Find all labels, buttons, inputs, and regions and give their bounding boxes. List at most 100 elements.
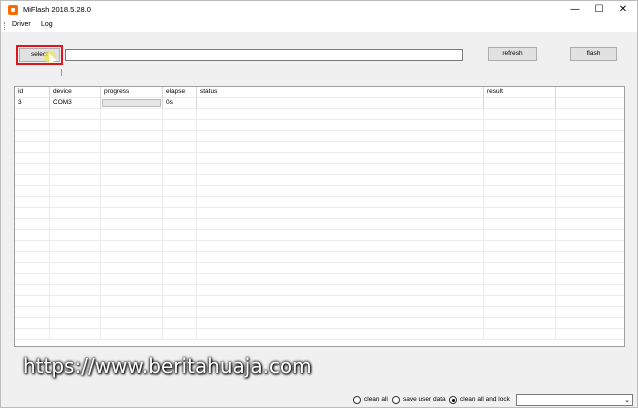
empty-grid-cell	[50, 175, 101, 186]
empty-grid-cell	[50, 208, 101, 219]
empty-grid-cell	[50, 164, 101, 175]
empty-grid-cell	[556, 175, 624, 186]
empty-grid-cell	[484, 186, 556, 197]
empty-grid-cell	[163, 241, 197, 252]
menu-bar: Driver Log	[1, 20, 637, 32]
empty-grid-row	[15, 318, 624, 329]
empty-grid-cell	[50, 131, 101, 142]
empty-grid-cell	[163, 109, 197, 120]
save-user-data-label[interactable]: save user data	[403, 396, 446, 404]
empty-grid-cell	[50, 318, 101, 329]
empty-grid-cell	[50, 219, 101, 230]
empty-grid-cell	[163, 318, 197, 329]
empty-grid-row	[15, 153, 624, 164]
column-header-progress[interactable]: progress	[101, 87, 163, 98]
empty-grid-cell	[484, 230, 556, 241]
empty-grid-cell	[101, 285, 163, 296]
clean-all-and-lock-radio[interactable]	[449, 396, 457, 404]
empty-grid-cell	[163, 175, 197, 186]
empty-grid-row	[15, 307, 624, 318]
empty-grid-cell	[484, 241, 556, 252]
empty-grid-row	[15, 120, 624, 131]
empty-grid-cell	[197, 318, 484, 329]
empty-grid-cell	[101, 175, 163, 186]
empty-grid-cell	[197, 230, 484, 241]
empty-grid-cell	[484, 318, 556, 329]
empty-grid-cell	[197, 263, 484, 274]
empty-grid-row	[15, 263, 624, 274]
empty-grid-cell	[15, 120, 50, 131]
empty-grid-cell	[50, 263, 101, 274]
empty-grid-cell	[484, 263, 556, 274]
empty-grid-row	[15, 252, 624, 263]
empty-grid-cell	[15, 142, 50, 153]
device-row[interactable]: 3 COM3 0s	[15, 98, 624, 109]
column-header-device[interactable]: device	[50, 87, 101, 98]
flash-button[interactable]: flash	[570, 47, 617, 61]
column-header-result[interactable]: result	[484, 87, 556, 98]
empty-grid-cell	[50, 197, 101, 208]
save-user-data-radio[interactable]	[392, 396, 400, 404]
empty-grid-cell	[15, 329, 50, 340]
empty-grid-cell	[163, 120, 197, 131]
empty-grid-cell	[484, 142, 556, 153]
empty-grid-cell	[556, 219, 624, 230]
empty-grid-cell	[163, 153, 197, 164]
close-button[interactable]: ✕	[609, 1, 637, 20]
column-header-id[interactable]: id	[15, 87, 50, 98]
empty-grid-cell	[163, 230, 197, 241]
clean-all-radio[interactable]	[353, 396, 361, 404]
empty-grid-cell	[163, 197, 197, 208]
device-result-cell	[484, 98, 556, 109]
empty-grid-cell	[556, 120, 624, 131]
column-header-status[interactable]: status	[197, 87, 484, 98]
empty-grid-cell	[163, 142, 197, 153]
empty-grid-cell	[163, 186, 197, 197]
empty-grid-cell	[50, 296, 101, 307]
chevron-down-icon: ⌄	[624, 396, 630, 404]
empty-grid-cell	[101, 219, 163, 230]
empty-grid-row	[15, 230, 624, 241]
empty-grid-cell	[197, 142, 484, 153]
empty-grid-row	[15, 175, 624, 186]
empty-grid-cell	[163, 274, 197, 285]
progress-bar	[102, 99, 161, 107]
empty-grid-cell	[101, 274, 163, 285]
empty-grid-cell	[484, 307, 556, 318]
empty-grid-cell	[15, 274, 50, 285]
empty-grid-cell	[15, 296, 50, 307]
empty-grid-cell	[50, 153, 101, 164]
column-header-elapse[interactable]: elapse	[163, 87, 197, 98]
empty-grid-cell	[50, 329, 101, 340]
empty-grid-cell	[15, 307, 50, 318]
empty-grid-cell	[101, 208, 163, 219]
empty-grid-cell	[50, 274, 101, 285]
device-grid[interactable]: id device progress elapse status result …	[14, 86, 625, 347]
title-bar: MiFlash 2018.5.28.0 — ☐ ✕	[1, 1, 637, 20]
empty-grid-row	[15, 219, 624, 230]
watermark-url: https://www.beritahuaja.com	[23, 354, 312, 378]
empty-grid-cell	[15, 109, 50, 120]
empty-grid-cell	[15, 197, 50, 208]
rom-path-input[interactable]	[65, 49, 463, 61]
empty-grid-row	[15, 131, 624, 142]
empty-grid-cell	[50, 285, 101, 296]
empty-grid-cell	[50, 307, 101, 318]
flash-mode-select[interactable]: ⌄	[516, 394, 633, 406]
empty-grid-cell	[163, 329, 197, 340]
empty-grid-cell	[484, 175, 556, 186]
clean-all-label[interactable]: clean all	[364, 396, 388, 404]
clean-all-and-lock-label[interactable]: clean all and lock	[460, 396, 510, 404]
empty-grid-cell	[15, 186, 50, 197]
empty-grid-cell	[484, 252, 556, 263]
menu-item-driver[interactable]: Driver	[10, 21, 33, 28]
refresh-button[interactable]: refresh	[488, 47, 537, 61]
empty-grid-row	[15, 164, 624, 175]
column-header-extra[interactable]	[556, 87, 624, 98]
empty-grid-cell	[101, 252, 163, 263]
empty-grid-cell	[556, 274, 624, 285]
empty-grid-cell	[197, 296, 484, 307]
empty-grid-cell	[101, 186, 163, 197]
empty-grid-cell	[484, 296, 556, 307]
menu-item-log[interactable]: Log	[39, 21, 55, 28]
